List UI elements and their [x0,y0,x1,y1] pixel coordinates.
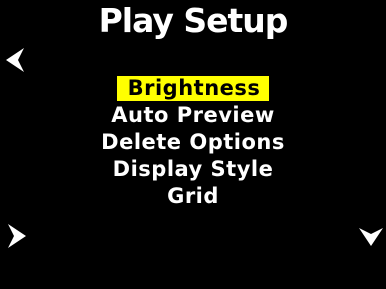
menu-item-label: Delete Options [101,130,285,154]
menu-item-label: Display Style [112,157,274,181]
menu-item-delete-options[interactable]: Delete Options [0,129,386,156]
menu-item-label: Auto Preview [111,103,275,127]
menu-item-display-style[interactable]: Display Style [0,156,386,183]
menu-item-label: Brightness [116,76,270,101]
menu-item-brightness[interactable]: Brightness [0,75,386,102]
menu-item-grid[interactable]: Grid [0,183,386,210]
settings-menu: Brightness Auto Preview Delete Options D… [0,75,386,210]
page-title: Play Setup [98,1,289,40]
menu-item-label: Grid [167,184,219,208]
chevron-down-icon[interactable] [357,225,385,247]
menu-item-auto-preview[interactable]: Auto Preview [0,102,386,129]
chevron-right-icon[interactable] [5,222,27,250]
camera-menu-screen: Play Setup Brightness Auto Preview Delet… [0,0,386,289]
chevron-left-icon[interactable] [5,46,27,74]
